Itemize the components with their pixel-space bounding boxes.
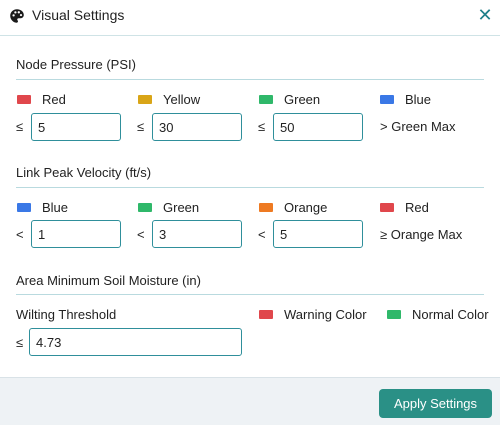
link-green-max-input[interactable]: [152, 220, 242, 248]
link-orange-legend: Orange: [259, 199, 327, 215]
node-blue-rule: > Green Max: [380, 119, 456, 134]
color-swatch: [259, 202, 273, 212]
section-divider: [16, 79, 484, 80]
color-swatch: [387, 309, 401, 319]
link-red-legend: Red: [380, 199, 429, 215]
link-velocity-title: Link Peak Velocity (ft/s): [16, 165, 152, 180]
color-swatch: [138, 94, 152, 104]
section-divider: [16, 294, 484, 295]
color-swatch: [259, 94, 273, 104]
color-swatch: [259, 309, 273, 319]
warning-color-legend: Warning Color: [259, 306, 367, 322]
operator-label: ≤: [137, 119, 145, 134]
operator-label: ≤: [16, 335, 24, 350]
node-green-legend: Green: [259, 91, 320, 107]
color-swatch: [380, 94, 394, 104]
color-swatch: [138, 202, 152, 212]
link-orange-max-input[interactable]: [273, 220, 363, 248]
palette-icon: [9, 8, 25, 24]
wilting-threshold-input[interactable]: [29, 328, 242, 356]
operator-label: ≤: [16, 119, 24, 134]
node-yellow-legend: Yellow: [138, 91, 200, 107]
wilting-threshold-label: Wilting Threshold: [16, 307, 117, 322]
link-blue-max-input[interactable]: [31, 220, 121, 248]
node-red-legend: Red: [17, 91, 66, 107]
link-blue-legend: Blue: [17, 199, 68, 215]
section-divider: [16, 187, 484, 188]
node-green-max-input[interactable]: [273, 113, 363, 141]
normal-color-legend: Normal Color: [387, 306, 489, 322]
dialog-title: Visual Settings: [32, 7, 125, 23]
link-red-rule: ≥ Orange Max: [380, 227, 463, 242]
close-icon[interactable]: ✕: [475, 5, 495, 25]
node-pressure-title: Node Pressure (PSI): [16, 57, 136, 72]
operator-label: ≤: [258, 119, 266, 134]
dialog-header: Visual Settings ✕: [0, 0, 500, 36]
soil-moisture-title: Area Minimum Soil Moisture (in): [16, 273, 201, 288]
color-swatch: [17, 94, 31, 104]
operator-label: <: [137, 227, 145, 242]
node-yellow-max-input[interactable]: [152, 113, 242, 141]
visual-settings-dialog: Visual Settings ✕ Node Pressure (PSI) Re…: [0, 0, 500, 425]
node-red-max-input[interactable]: [31, 113, 121, 141]
color-swatch: [17, 202, 31, 212]
color-swatch: [380, 202, 394, 212]
apply-settings-button[interactable]: Apply Settings: [379, 389, 492, 418]
node-blue-legend: Blue: [380, 91, 431, 107]
operator-label: <: [16, 227, 24, 242]
link-green-legend: Green: [138, 199, 199, 215]
operator-label: <: [258, 227, 266, 242]
